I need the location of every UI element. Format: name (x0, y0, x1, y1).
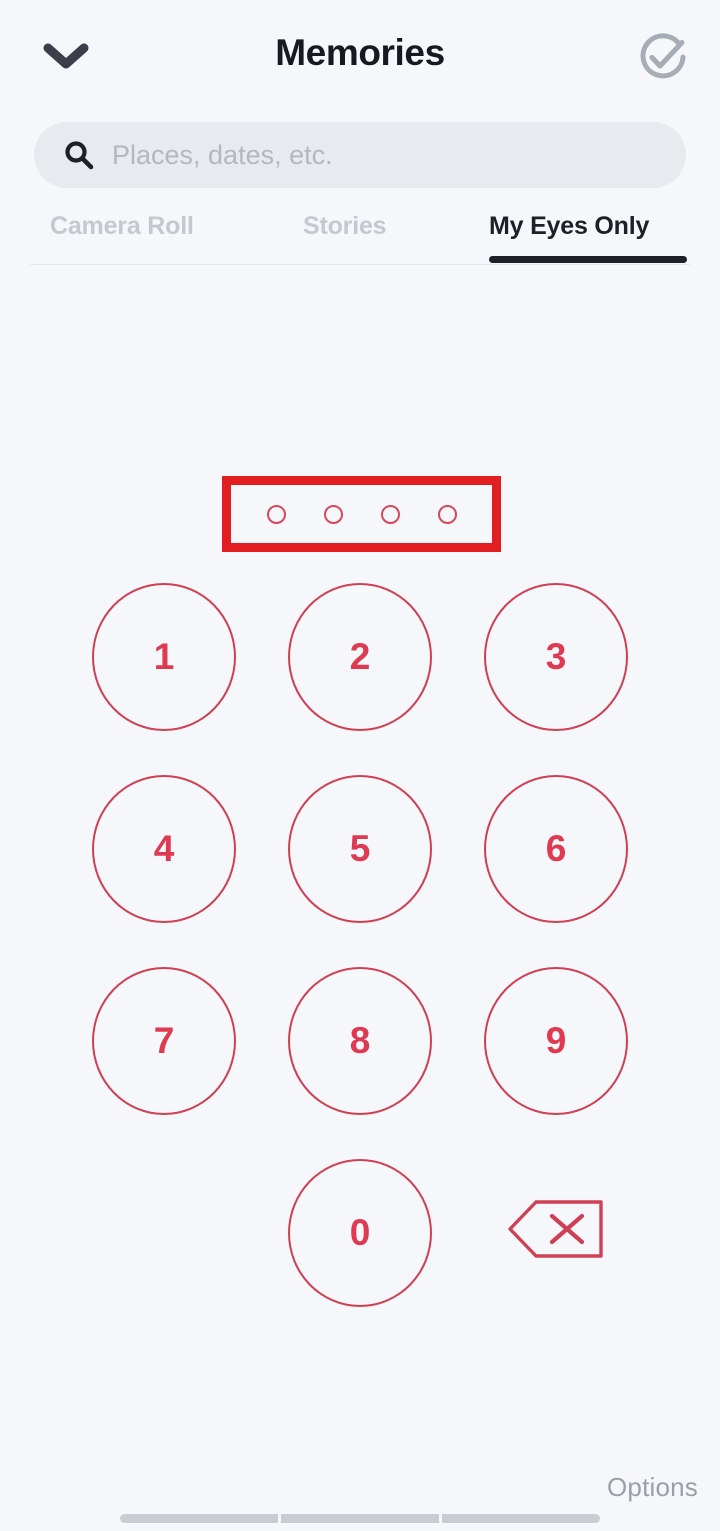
tab-bar-divider (30, 264, 690, 265)
pin-dots-annotation-highlight (222, 476, 501, 552)
keypad-row: 0 (0, 1159, 720, 1307)
keypad-key-9[interactable]: 9 (484, 967, 628, 1115)
keypad-key-0[interactable]: 0 (288, 1159, 432, 1307)
keypad-key-8[interactable]: 8 (288, 967, 432, 1115)
home-indicator (120, 1514, 600, 1523)
keypad-key-2[interactable]: 2 (288, 583, 432, 731)
app-header: Memories (0, 0, 720, 112)
search-input[interactable] (112, 122, 666, 188)
keypad-row: 4 5 6 (0, 775, 720, 923)
keypad-row: 1 2 3 (0, 583, 720, 731)
home-indicator-segment (442, 1514, 600, 1523)
pin-keypad: 1 2 3 4 5 6 7 8 9 0 (0, 583, 720, 1307)
keypad-key-6[interactable]: 6 (484, 775, 628, 923)
active-tab-underline (489, 256, 687, 263)
keypad-key-7[interactable]: 7 (92, 967, 236, 1115)
tab-bar: Camera Roll Stories My Eyes Only (0, 210, 720, 268)
tab-camera-roll[interactable]: Camera Roll (50, 210, 194, 268)
keypad-key-5[interactable]: 5 (288, 775, 432, 923)
confirm-button[interactable] (628, 24, 698, 94)
options-link[interactable]: Options (607, 1472, 698, 1503)
page-title: Memories (275, 32, 445, 73)
memories-my-eyes-only-screen: Memories Camera Roll Stories My Eyes Onl… (0, 0, 720, 1531)
keypad-key-spacer (92, 1159, 236, 1307)
home-indicator-segment (120, 1514, 278, 1523)
keypad-key-1[interactable]: 1 (92, 583, 236, 731)
keypad-key-4[interactable]: 4 (92, 775, 236, 923)
tab-stories[interactable]: Stories (303, 210, 387, 268)
keypad-key-backspace[interactable] (484, 1159, 628, 1307)
check-circle-icon (635, 29, 691, 90)
home-indicator-segment (281, 1514, 439, 1523)
search-bar[interactable] (34, 122, 686, 188)
keypad-key-3[interactable]: 3 (484, 583, 628, 731)
keypad-row: 7 8 9 (0, 967, 720, 1115)
backspace-delete-icon (506, 1198, 606, 1269)
search-icon (62, 138, 96, 172)
